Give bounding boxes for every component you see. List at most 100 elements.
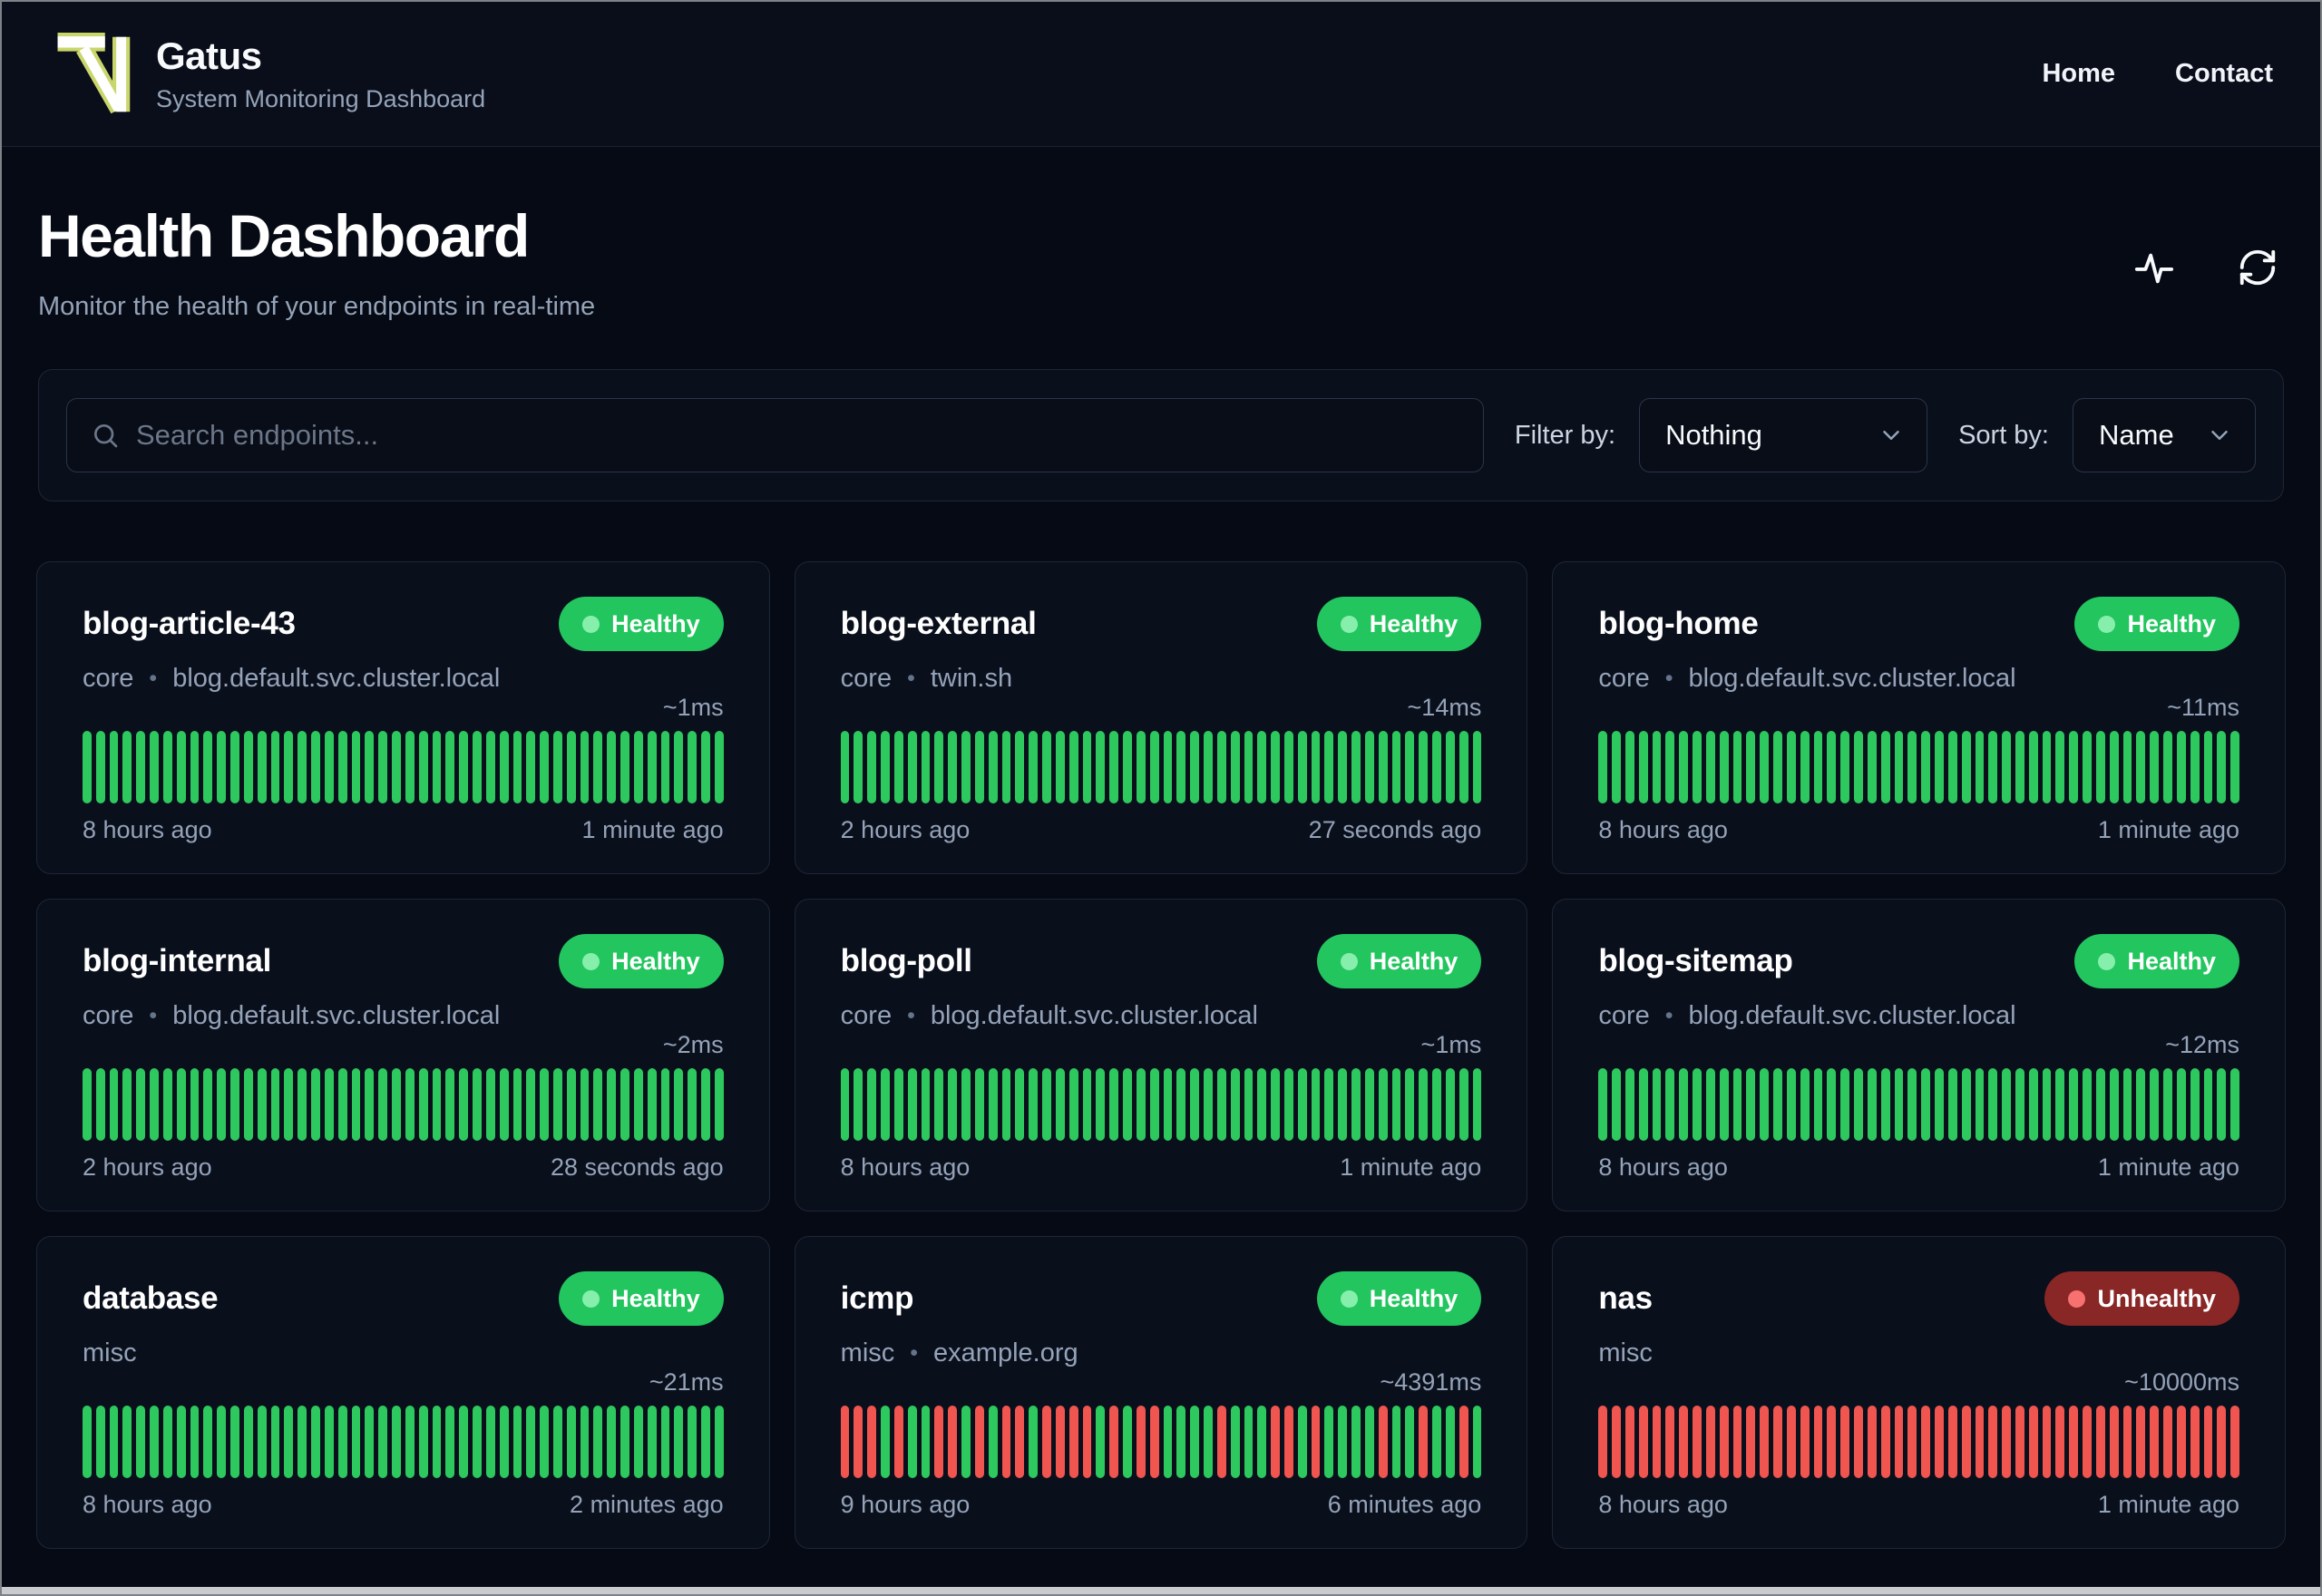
status-bar[interactable] (1136, 1406, 1146, 1478)
status-bar[interactable] (1921, 731, 1931, 803)
status-bar[interactable] (1867, 731, 1877, 803)
status-bar[interactable] (1665, 1406, 1675, 1478)
status-bar[interactable] (1391, 1068, 1401, 1141)
status-bar[interactable] (1867, 1068, 1877, 1141)
status-bar[interactable] (257, 1068, 267, 1141)
status-bar[interactable] (1988, 1406, 1998, 1478)
status-bar[interactable] (1123, 1406, 1132, 1478)
endpoint-card[interactable]: blog-article-43 Healthy core • blog.defa… (36, 561, 770, 874)
status-bar[interactable] (1432, 1068, 1441, 1141)
status-bar[interactable] (2136, 1406, 2146, 1478)
status-bar[interactable] (257, 731, 267, 803)
status-bar[interactable] (1679, 731, 1689, 803)
status-bar[interactable] (1961, 731, 1971, 803)
status-bar[interactable] (593, 731, 603, 803)
status-bar[interactable] (714, 1068, 724, 1141)
status-bar[interactable] (190, 1406, 200, 1478)
status-bar[interactable] (1894, 1068, 1904, 1141)
status-bar[interactable] (1773, 1068, 1782, 1141)
status-bar[interactable] (136, 731, 146, 803)
status-bar[interactable] (1786, 1406, 1796, 1478)
status-bar[interactable] (2150, 1406, 2160, 1478)
status-bar[interactable] (701, 731, 710, 803)
status-bar[interactable] (512, 1406, 522, 1478)
status-bar[interactable] (1176, 1406, 1186, 1478)
status-bar[interactable] (230, 1068, 239, 1141)
status-bar[interactable] (1746, 1406, 1756, 1478)
status-bar[interactable] (150, 731, 159, 803)
status-bar[interactable] (701, 1068, 710, 1141)
status-bar[interactable] (1419, 1406, 1429, 1478)
status-bar[interactable] (526, 731, 536, 803)
status-bar[interactable] (1652, 731, 1662, 803)
status-bar[interactable] (1096, 1406, 1106, 1478)
status-bar[interactable] (243, 1068, 253, 1141)
status-bar[interactable] (432, 1406, 442, 1478)
status-bar[interactable] (1109, 731, 1119, 803)
status-bar[interactable] (1271, 1068, 1280, 1141)
status-bar[interactable] (1297, 1068, 1307, 1141)
status-bar[interactable] (485, 731, 495, 803)
status-bar[interactable] (150, 1406, 159, 1478)
status-bar[interactable] (365, 731, 375, 803)
status-bar[interactable] (552, 1068, 562, 1141)
status-bar[interactable] (1732, 731, 1742, 803)
status-bar[interactable] (2190, 731, 2200, 803)
status-bar[interactable] (907, 1068, 917, 1141)
status-bar[interactable] (1813, 1068, 1823, 1141)
status-bar[interactable] (540, 731, 549, 803)
status-bar[interactable] (1001, 1406, 1011, 1478)
status-bar[interactable] (1800, 1406, 1810, 1478)
status-bar[interactable] (1921, 1406, 1931, 1478)
status-bar[interactable] (1459, 1068, 1468, 1141)
status-bar[interactable] (961, 1068, 971, 1141)
status-bar[interactable] (243, 731, 253, 803)
status-bar[interactable] (1015, 1068, 1025, 1141)
endpoint-card[interactable]: icmp Healthy misc • example.org ~4391ms … (794, 1236, 1528, 1549)
status-bar[interactable] (1391, 731, 1401, 803)
status-bar[interactable] (162, 1068, 172, 1141)
status-bar[interactable] (674, 1406, 684, 1478)
status-bar[interactable] (1624, 1406, 1634, 1478)
status-bar[interactable] (881, 731, 890, 803)
status-bar[interactable] (934, 731, 944, 803)
status-bar[interactable] (934, 1068, 944, 1141)
status-bar[interactable] (1880, 731, 1890, 803)
status-bar[interactable] (1638, 1406, 1648, 1478)
status-bar[interactable] (1961, 1406, 1971, 1478)
status-bar[interactable] (351, 1406, 361, 1478)
status-bar[interactable] (2109, 731, 2119, 803)
status-bar[interactable] (1311, 731, 1321, 803)
status-bar[interactable] (337, 731, 347, 803)
uptime-bars[interactable] (840, 1406, 1482, 1478)
status-bar[interactable] (674, 731, 684, 803)
status-bar[interactable] (1693, 1406, 1702, 1478)
status-bar[interactable] (176, 1406, 186, 1478)
status-bar[interactable] (1297, 731, 1307, 803)
status-bar[interactable] (1961, 1068, 1971, 1141)
status-bar[interactable] (499, 1406, 509, 1478)
status-bar[interactable] (432, 1068, 442, 1141)
status-bar[interactable] (284, 731, 294, 803)
status-bar[interactable] (633, 731, 643, 803)
status-bar[interactable] (1732, 1406, 1742, 1478)
status-bar[interactable] (499, 731, 509, 803)
status-bar[interactable] (2150, 1068, 2160, 1141)
status-bar[interactable] (83, 731, 92, 803)
status-bar[interactable] (2122, 731, 2132, 803)
status-bar[interactable] (1419, 731, 1429, 803)
status-bar[interactable] (418, 1068, 428, 1141)
status-bar[interactable] (2150, 731, 2160, 803)
status-bar[interactable] (1283, 731, 1293, 803)
status-bar[interactable] (854, 731, 863, 803)
status-bar[interactable] (1109, 1068, 1119, 1141)
status-bar[interactable] (2217, 1406, 2227, 1478)
status-bar[interactable] (1378, 1068, 1388, 1141)
status-bar[interactable] (1297, 1406, 1307, 1478)
status-bar[interactable] (459, 1406, 469, 1478)
status-bar[interactable] (473, 1068, 482, 1141)
status-bar[interactable] (1665, 731, 1675, 803)
status-bar[interactable] (2055, 1068, 2065, 1141)
status-bar[interactable] (593, 1406, 603, 1478)
status-bar[interactable] (893, 731, 903, 803)
